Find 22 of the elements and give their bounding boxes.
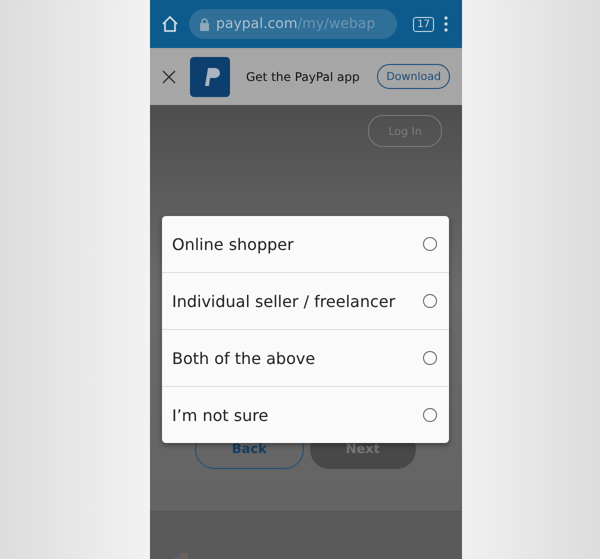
option-label: Both of the above (172, 348, 316, 368)
banner-text: Get the PayPal app (246, 70, 360, 84)
home-icon[interactable] (161, 15, 179, 33)
radio-button[interactable] (423, 408, 437, 422)
tab-count[interactable]: 17 (413, 16, 434, 32)
option-item[interactable]: Both of the above (162, 329, 449, 386)
app-logo-icon (190, 56, 230, 96)
radio-button[interactable] (423, 294, 437, 308)
address-bar[interactable]: paypal.com/my/webap (189, 9, 398, 39)
close-icon[interactable] (162, 70, 176, 84)
option-item[interactable]: I’m not sure (162, 386, 449, 443)
radio-button[interactable] (423, 237, 437, 251)
download-button[interactable]: Download (377, 64, 450, 89)
option-item[interactable]: Online shopper (162, 216, 449, 272)
url-text: paypal.com/my/webap (216, 16, 376, 32)
option-label: I’m not sure (172, 406, 268, 424)
lock-icon (199, 18, 210, 30)
menu-icon[interactable] (444, 16, 448, 32)
option-label: Individual seller / freelancer (172, 292, 396, 310)
option-label: Online shopper (172, 234, 294, 254)
radio-button[interactable] (423, 351, 437, 365)
option-item[interactable]: Individual seller / freelancer (162, 272, 449, 329)
